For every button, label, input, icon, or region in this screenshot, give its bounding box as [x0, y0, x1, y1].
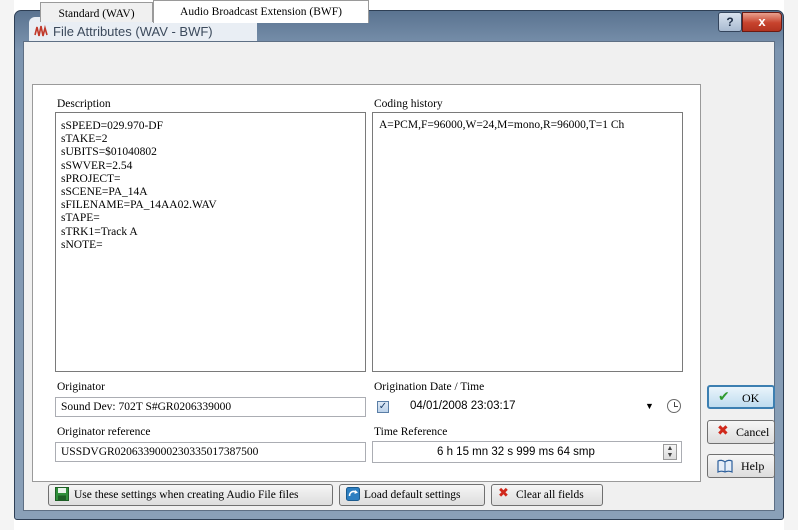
description-line: sSCENE=PA_14A	[61, 186, 148, 199]
description-line: sTRK1=Track A	[61, 225, 138, 238]
book-icon	[717, 459, 733, 473]
tab-bwf[interactable]: Audio Broadcast Extension (BWF)	[153, 0, 369, 23]
help-title-button[interactable]: ?	[718, 12, 742, 32]
chevron-down-icon[interactable]: ▼	[645, 401, 654, 411]
coding-history-label: Coding history	[374, 98, 443, 110]
description-line: sFILENAME=PA_14AA02.WAV	[61, 199, 217, 212]
origination-datetime-label: Origination Date / Time	[374, 381, 485, 393]
x-icon: ✖	[498, 486, 509, 501]
close-button[interactable]: x	[742, 12, 782, 32]
floppy-disk-icon	[55, 487, 69, 501]
cancel-button[interactable]: ✖ Cancel	[707, 420, 775, 444]
tab-standard-wav[interactable]: Standard (WAV)	[40, 2, 153, 22]
tab-label: Audio Broadcast Extension (BWF)	[180, 6, 342, 18]
cancel-label: Cancel	[736, 425, 770, 439]
description-label: Description	[57, 98, 111, 110]
originator-label: Originator	[57, 381, 105, 393]
coding-history-textarea[interactable]: A=PCM,F=96000,W=24,M=mono,R=96000,T=1 Ch	[372, 112, 683, 372]
time-reference-field[interactable]: 6 h 15 mn 32 s 999 ms 64 smp ▲ ▼	[372, 441, 682, 463]
originator-value: Sound Dev: 702T S#GR0206339000	[61, 401, 232, 413]
background-right	[784, 0, 798, 530]
description-line: sSPEED=029.970-DF	[61, 120, 164, 132]
refresh-arrow-icon	[346, 487, 360, 501]
ok-button[interactable]: ✔ OK	[707, 385, 775, 409]
clear-all-label: Clear all fields	[516, 489, 584, 501]
description-line: sTAPE=	[61, 212, 100, 225]
load-default-label: Load default settings	[364, 489, 461, 501]
originator-reference-label: Originator reference	[57, 426, 151, 438]
clock-icon[interactable]	[667, 399, 681, 413]
help-label: Help	[741, 459, 765, 473]
tab-label: Standard (WAV)	[58, 8, 135, 20]
originator-reference-field[interactable]: USSDVGR0206339000230335017387500	[55, 442, 366, 462]
window-title: File Attributes (WAV - BWF)	[53, 24, 213, 39]
help-button[interactable]: Help	[707, 454, 775, 478]
time-reference-label: Time Reference	[374, 426, 448, 438]
checkmark-icon: ✔	[718, 389, 730, 405]
description-text: sSPEED=029.970-DF sTAKE=2 sUBITS=$010408…	[61, 120, 217, 252]
coding-history-text: A=PCM,F=96000,W=24,M=mono,R=96000,T=1 Ch	[379, 119, 625, 131]
waveform-icon	[34, 24, 48, 37]
origination-datetime-picker[interactable]: 04/01/2008 23:03:17	[394, 397, 664, 417]
originator-field[interactable]: Sound Dev: 702T S#GR0206339000	[55, 397, 366, 417]
origination-datetime-checkbox[interactable]: ✓	[377, 401, 389, 413]
use-settings-label: Use these settings when creating Audio F…	[74, 489, 299, 501]
description-line: sPROJECT=	[61, 172, 121, 185]
time-reference-spinner[interactable]: ▲ ▼	[663, 444, 677, 460]
load-default-button[interactable]: Load default settings	[339, 484, 485, 506]
ok-label: OK	[742, 391, 760, 405]
description-line: sSWVER=2.54	[61, 159, 133, 172]
description-line: sUBITS=$01040802	[61, 146, 157, 159]
background-left	[0, 0, 14, 530]
time-reference-value: 6 h 15 mn 32 s 999 ms 64 smp	[437, 446, 595, 458]
use-settings-button[interactable]: Use these settings when creating Audio F…	[48, 484, 333, 506]
description-line: sNOTE=	[61, 238, 103, 251]
description-line: sTAKE=2	[61, 133, 108, 146]
clear-all-button[interactable]: ✖ Clear all fields	[491, 484, 603, 506]
originator-reference-value: USSDVGR0206339000230335017387500	[61, 446, 259, 458]
x-icon: ✖	[717, 423, 729, 439]
origination-datetime-value: 04/01/2008 23:03:17	[410, 400, 516, 412]
